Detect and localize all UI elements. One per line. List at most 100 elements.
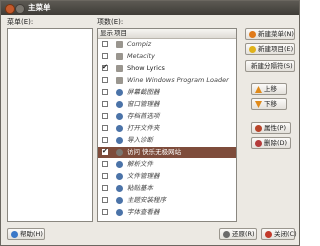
list-item[interactable]: 打开文件夹 bbox=[98, 123, 236, 134]
properties-label: 属性(P) bbox=[264, 124, 286, 132]
list-item[interactable]: Show Lyrics bbox=[98, 63, 236, 74]
new-separator-label: 新建分隔符(S) bbox=[251, 62, 293, 70]
revert-button[interactable]: 还原(R) bbox=[219, 228, 257, 240]
list-item-label: 窗口管理器 bbox=[127, 100, 160, 108]
close-icon bbox=[265, 231, 272, 238]
show-checkbox[interactable] bbox=[102, 161, 108, 167]
list-item[interactable]: 主题安装程序 bbox=[98, 195, 236, 206]
move-down-button[interactable]: 下移 bbox=[251, 98, 287, 110]
list-item[interactable]: 解析文件 bbox=[98, 159, 236, 170]
gnome-icon bbox=[116, 161, 123, 168]
list-item[interactable]: Compiz bbox=[98, 39, 236, 50]
gnome-icon bbox=[116, 185, 123, 192]
main-menu-window: 主菜单 菜单(E): 项数(E): 显示 项目 Compiz Metacity Sh… bbox=[0, 0, 300, 246]
move-up-button[interactable]: 上移 bbox=[251, 83, 287, 95]
show-checkbox[interactable] bbox=[102, 209, 108, 215]
show-checkbox[interactable] bbox=[102, 185, 108, 191]
items-list[interactable]: 显示 项目 Compiz Metacity Show Lyrics Wine Wind… bbox=[97, 28, 237, 222]
close-label: 关闭(C) bbox=[274, 230, 297, 238]
gnome-icon bbox=[116, 113, 123, 120]
show-checkbox[interactable] bbox=[102, 137, 108, 143]
menu-tree[interactable] bbox=[7, 28, 93, 222]
list-item-label: 文件管理器 bbox=[127, 172, 160, 180]
move-up-label: 上移 bbox=[264, 85, 277, 93]
globe-icon bbox=[116, 149, 123, 156]
help-icon bbox=[11, 231, 18, 238]
title-bar[interactable]: 主菜单 bbox=[1, 1, 299, 15]
new-separator-button[interactable]: 新建分隔符(S) bbox=[245, 60, 295, 72]
show-checkbox[interactable] bbox=[102, 197, 108, 203]
show-checkbox[interactable] bbox=[102, 77, 108, 83]
new-item-icon bbox=[249, 46, 256, 53]
help-button[interactable]: 帮助(H) bbox=[7, 228, 45, 240]
gnome-icon bbox=[116, 125, 123, 132]
delete-icon bbox=[255, 140, 262, 147]
list-item-label: 存档首选项 bbox=[127, 112, 160, 120]
gnome-icon bbox=[116, 101, 123, 108]
column-show[interactable]: 显示 bbox=[100, 29, 113, 38]
show-checkbox[interactable] bbox=[102, 113, 108, 119]
list-item[interactable]: 字体查看器 bbox=[98, 207, 236, 218]
gnome-icon bbox=[116, 197, 123, 204]
list-item[interactable]: 文件管理器 bbox=[98, 171, 236, 182]
properties-icon bbox=[255, 125, 262, 132]
close-button[interactable]: 关闭(C) bbox=[261, 228, 297, 240]
list-item-label: 导入诊断 bbox=[127, 136, 153, 144]
delete-label: 删除(D) bbox=[264, 139, 288, 147]
arrow-down-icon bbox=[255, 101, 262, 108]
revert-label: 还原(R) bbox=[232, 230, 255, 238]
list-item-label: 解析文件 bbox=[127, 160, 153, 168]
arrow-up-icon bbox=[255, 86, 262, 93]
menus-label: 菜单(E): bbox=[7, 18, 34, 26]
list-item-label: 字体查看器 bbox=[127, 208, 160, 216]
list-item-label: 打开文件夹 bbox=[127, 124, 160, 132]
show-checkbox[interactable] bbox=[102, 53, 108, 59]
list-item-label: Metacity bbox=[127, 52, 155, 60]
properties-button[interactable]: 属性(P) bbox=[251, 122, 291, 134]
revert-icon bbox=[223, 231, 230, 238]
show-checkbox[interactable] bbox=[102, 89, 108, 95]
show-checkbox[interactable] bbox=[102, 41, 108, 47]
window-minimize-icon[interactable] bbox=[15, 4, 25, 14]
lyrics-icon bbox=[116, 65, 123, 72]
show-checkbox[interactable] bbox=[102, 147, 108, 155]
list-item[interactable]: 粘贴基本 bbox=[98, 183, 236, 194]
gnome-icon bbox=[116, 173, 123, 180]
list-item[interactable]: 窗口管理器 bbox=[98, 99, 236, 110]
items-label: 项数(E): bbox=[97, 18, 124, 26]
new-menu-icon bbox=[249, 31, 256, 38]
list-item[interactable]: Metacity bbox=[98, 51, 236, 62]
list-item[interactable]: 访问 快乐无极网站 bbox=[98, 147, 236, 158]
new-menu-button[interactable]: 新建菜单(N) bbox=[245, 28, 295, 40]
app-icon bbox=[116, 41, 123, 48]
window-close-icon[interactable] bbox=[5, 4, 15, 14]
show-checkbox[interactable] bbox=[102, 63, 108, 71]
new-item-label: 新建项目(E) bbox=[258, 45, 294, 53]
items-list-header: 显示 项目 bbox=[98, 29, 236, 39]
list-item[interactable]: Wine Windows Program Loader bbox=[98, 75, 236, 86]
list-item-label: Wine Windows Program Loader bbox=[127, 76, 229, 84]
show-checkbox[interactable] bbox=[102, 101, 108, 107]
list-item-label: 屏幕截图器 bbox=[127, 88, 160, 96]
wine-icon bbox=[116, 77, 123, 84]
list-item[interactable]: 屏幕截图器 bbox=[98, 87, 236, 98]
show-checkbox[interactable] bbox=[102, 173, 108, 179]
move-down-label: 下移 bbox=[264, 100, 277, 108]
list-item-label: 粘贴基本 bbox=[127, 184, 153, 192]
gnome-icon bbox=[116, 89, 123, 96]
column-item[interactable]: 项目 bbox=[114, 29, 127, 38]
app-icon bbox=[116, 53, 123, 60]
help-label: 帮助(H) bbox=[20, 230, 43, 238]
list-item-label: Show Lyrics bbox=[127, 64, 165, 72]
new-menu-label: 新建菜单(N) bbox=[258, 30, 294, 38]
gnome-icon bbox=[116, 209, 123, 216]
show-checkbox[interactable] bbox=[102, 125, 108, 131]
window-title: 主菜单 bbox=[28, 3, 51, 12]
list-item[interactable]: 导入诊断 bbox=[98, 135, 236, 146]
list-item-label: 访问 快乐无极网站 bbox=[127, 148, 182, 156]
list-item-label: 主题安装程序 bbox=[127, 196, 166, 204]
new-item-button[interactable]: 新建项目(E) bbox=[245, 43, 295, 55]
list-item-label: Compiz bbox=[127, 40, 152, 48]
list-item[interactable]: 存档首选项 bbox=[98, 111, 236, 122]
delete-button[interactable]: 删除(D) bbox=[251, 137, 291, 149]
